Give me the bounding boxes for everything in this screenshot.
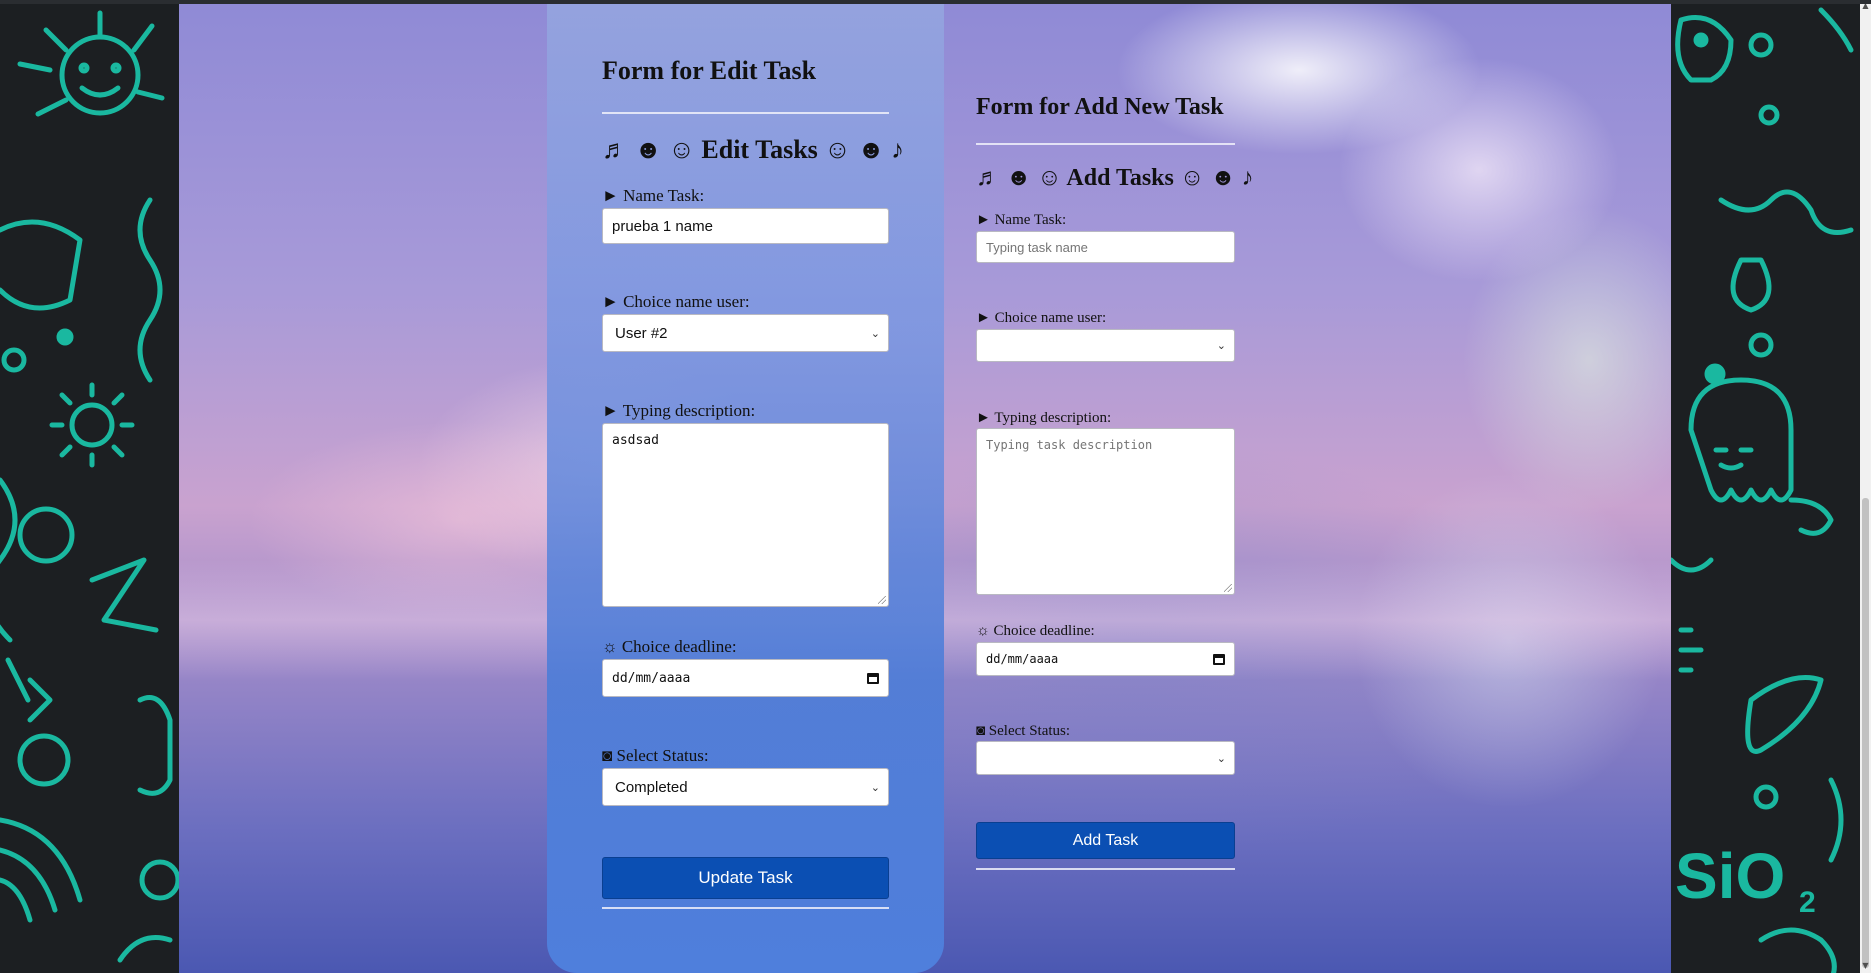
doodle-background-left: [0, 0, 179, 973]
calendar-icon[interactable]: [867, 672, 879, 684]
edit-deadline-date-input[interactable]: dd/mm/aaaa: [602, 659, 889, 697]
smiley-doodle: [59, 34, 141, 116]
doodle-background-right: SiO 2: [1671, 0, 1860, 973]
divider: [976, 143, 1235, 145]
edit-user-selected-value: User #2: [615, 324, 668, 342]
add-deadline-date-input[interactable]: dd/mm/aaaa: [976, 642, 1235, 676]
edit-deadline-value: dd/mm/aaaa: [612, 670, 691, 686]
sio2-subscript-text: 2: [1799, 886, 1816, 919]
chevron-down-icon: ⌄: [870, 326, 880, 340]
edit-description-value: asdsad: [612, 433, 659, 448]
choice-user-label: ► Choice name user:: [976, 310, 1107, 326]
sio2-doodle-text: SiO: [1675, 840, 1785, 912]
status-label: ◙ Select Status:: [602, 746, 709, 765]
choice-user-label: ► Choice name user:: [602, 292, 750, 311]
add-task-button[interactable]: Add Task: [976, 822, 1235, 859]
chevron-down-icon: ⌄: [1216, 339, 1226, 352]
chevron-down-icon: ⌄: [870, 780, 880, 794]
edit-form-title: Form for Edit Task: [602, 56, 817, 85]
deadline-label: ☼ Choice deadline:: [976, 623, 1095, 639]
top-edge: [0, 0, 1871, 4]
edit-status-select[interactable]: Completed ⌄: [602, 768, 889, 806]
resize-handle-icon[interactable]: [878, 596, 886, 604]
edit-name-task-input[interactable]: prueba 1 name: [602, 208, 889, 244]
status-label: ◙ Select Status:: [976, 723, 1071, 739]
add-name-task-input[interactable]: Typing task name: [976, 231, 1235, 263]
add-deadline-value: dd/mm/aaaa: [986, 652, 1059, 666]
resize-handle-icon[interactable]: [1224, 584, 1232, 592]
scroll-down-arrow-icon[interactable]: ▼: [1860, 960, 1871, 972]
deadline-label: ☼ Choice deadline:: [602, 637, 737, 656]
name-task-label: ► Name Task:: [602, 186, 705, 205]
edit-tasks-heading: ♬ ☻ ☺ Edit Tasks ☺ ☻ ♪: [602, 135, 905, 164]
add-tasks-heading: ♬ ☻ ☺ Add Tasks ☺ ☻ ♪: [976, 165, 1254, 191]
edit-description-textarea[interactable]: asdsad: [602, 423, 889, 607]
description-label: ► Typing description:: [602, 401, 756, 420]
add-description-placeholder: Typing task description: [986, 438, 1153, 452]
doodle-pattern-right: SiO 2: [1671, 7, 1854, 973]
calendar-icon[interactable]: [1213, 653, 1225, 665]
edit-name-task-value: prueba 1 name: [612, 217, 713, 235]
chevron-down-icon: ⌄: [1216, 751, 1226, 765]
scrollbar-thumb[interactable]: [1862, 498, 1869, 968]
description-label: ► Typing description:: [976, 410, 1112, 426]
edit-status-selected-value: Completed: [615, 778, 688, 796]
divider: [602, 112, 889, 114]
page-scrollbar[interactable]: ▲ ▼: [1860, 0, 1871, 973]
add-name-task-placeholder: Typing task name: [986, 239, 1088, 255]
update-task-button[interactable]: Update Task: [602, 857, 889, 899]
divider: [602, 907, 889, 909]
add-form-title: Form for Add New Task: [976, 94, 1224, 120]
edit-user-select[interactable]: User #2 ⌄: [602, 314, 889, 352]
doodle-pattern-left: [0, 10, 179, 963]
add-description-textarea[interactable]: Typing task description: [976, 428, 1235, 595]
divider: [976, 868, 1235, 870]
add-user-select[interactable]: ⌄: [976, 329, 1235, 362]
add-status-select[interactable]: ⌄: [976, 741, 1235, 775]
name-task-label: ► Name Task:: [976, 212, 1067, 228]
